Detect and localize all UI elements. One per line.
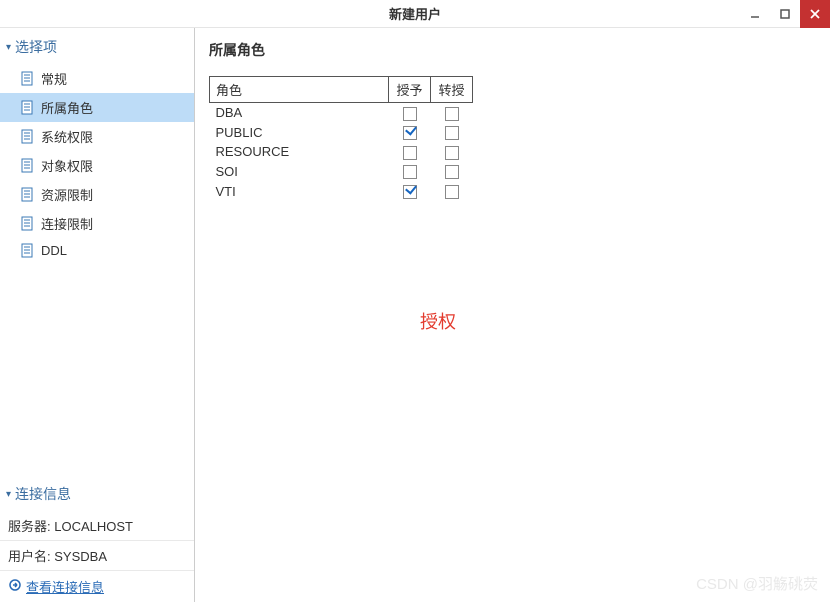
table-row: PUBLIC xyxy=(210,123,473,143)
section-header-options[interactable]: ▾ 选择项 xyxy=(0,28,194,64)
sidebar-item[interactable]: 对象权限 xyxy=(0,151,194,180)
sidebar-item-label: 资源限制 xyxy=(41,185,93,204)
connection-info: 服务器: LOCALHOST 用户名: SYSDBA 查看连接信息 xyxy=(0,511,194,602)
user-value: SYSDBA xyxy=(54,549,107,564)
grant-checkbox[interactable] xyxy=(403,146,417,160)
transfer-checkbox[interactable] xyxy=(445,146,459,160)
sidebar-item-label: 连接限制 xyxy=(41,214,93,233)
table-row: SOI xyxy=(210,162,473,182)
document-icon xyxy=(20,187,35,202)
document-icon xyxy=(20,243,35,258)
document-icon xyxy=(20,100,35,115)
content-area: 所属角色 角色 授予 转授 DBAPUBLICRESOURCESOIVTI 授权 xyxy=(195,28,830,602)
sidebar: ▾ 选择项 常规所属角色系统权限对象权限资源限制连接限制 DDL ▾ 连接信息 服… xyxy=(0,28,195,602)
grant-checkbox[interactable] xyxy=(403,107,417,121)
document-icon xyxy=(20,216,35,231)
maximize-button[interactable] xyxy=(770,0,800,28)
grant-checkbox[interactable] xyxy=(403,185,417,199)
window-controls xyxy=(740,0,830,28)
transfer-checkbox[interactable] xyxy=(445,126,459,140)
annotation-text: 授权 xyxy=(420,308,456,334)
view-connection-label: 查看连接信息 xyxy=(26,577,104,596)
window-title: 新建用户 xyxy=(389,4,441,23)
document-icon xyxy=(20,129,35,144)
link-icon xyxy=(8,578,22,595)
sidebar-item-label: 所属角色 xyxy=(41,98,93,117)
role-name: DBA xyxy=(210,103,389,123)
section-title: 选择项 xyxy=(15,37,57,57)
sidebar-item-label: DDL xyxy=(41,243,67,258)
table-row: DBA xyxy=(210,103,473,123)
role-name: PUBLIC xyxy=(210,123,389,143)
col-grant: 授予 xyxy=(389,77,431,103)
chevron-down-icon: ▾ xyxy=(6,489,11,500)
sidebar-item[interactable]: 资源限制 xyxy=(0,180,194,209)
titlebar: 新建用户 xyxy=(0,0,830,28)
section-header-connection[interactable]: ▾ 连接信息 xyxy=(0,475,194,511)
role-name: RESOURCE xyxy=(210,142,389,162)
chevron-down-icon: ▾ xyxy=(6,42,11,53)
transfer-checkbox[interactable] xyxy=(445,107,459,121)
sidebar-item-label: 对象权限 xyxy=(41,156,93,175)
col-transfer: 转授 xyxy=(431,77,473,103)
roles-table: 角色 授予 转授 DBAPUBLICRESOURCESOIVTI xyxy=(209,76,473,201)
sidebar-item[interactable]: 连接限制 xyxy=(0,209,194,238)
table-row: RESOURCE xyxy=(210,142,473,162)
sidebar-item[interactable]: DDL xyxy=(0,238,194,263)
transfer-checkbox[interactable] xyxy=(445,185,459,199)
close-button[interactable] xyxy=(800,0,830,28)
sidebar-item-label: 常规 xyxy=(41,69,67,88)
role-name: VTI xyxy=(210,181,389,201)
role-name: SOI xyxy=(210,162,389,182)
sidebar-item[interactable]: 常规 xyxy=(0,64,194,93)
document-icon xyxy=(20,71,35,86)
col-role: 角色 xyxy=(210,77,389,103)
view-connection-link[interactable]: 查看连接信息 xyxy=(0,571,194,602)
minimize-button[interactable] xyxy=(740,0,770,28)
server-label: 服务器: xyxy=(8,519,51,534)
document-icon xyxy=(20,158,35,173)
content-heading: 所属角色 xyxy=(209,40,816,60)
transfer-checkbox[interactable] xyxy=(445,165,459,179)
server-row: 服务器: LOCALHOST xyxy=(0,511,194,541)
sidebar-item-label: 系统权限 xyxy=(41,127,93,146)
nav-list: 常规所属角色系统权限对象权限资源限制连接限制 DDL xyxy=(0,64,194,263)
server-value: LOCALHOST xyxy=(54,519,133,534)
user-row: 用户名: SYSDBA xyxy=(0,541,194,571)
sidebar-item[interactable]: 所属角色 xyxy=(0,93,194,122)
grant-checkbox[interactable] xyxy=(403,165,417,179)
section-title: 连接信息 xyxy=(15,484,71,504)
grant-checkbox[interactable] xyxy=(403,126,417,140)
user-label: 用户名: xyxy=(8,549,51,564)
table-row: VTI xyxy=(210,181,473,201)
sidebar-item[interactable]: 系统权限 xyxy=(0,122,194,151)
